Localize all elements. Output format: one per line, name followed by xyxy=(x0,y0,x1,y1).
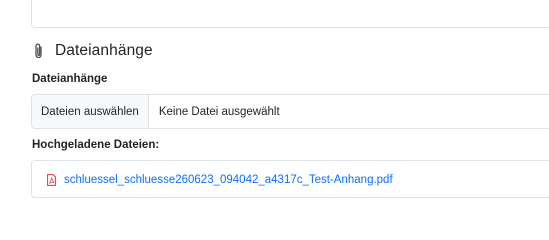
uploaded-files-list: schluessel_schluesse260623_094042_a4317c… xyxy=(31,160,549,198)
uploaded-files-label: Hochgeladene Dateien: xyxy=(32,139,160,151)
choose-files-button[interactable]: Dateien auswählen xyxy=(32,95,149,128)
section-title: Dateianhänge xyxy=(55,42,153,59)
pdf-file-icon xyxy=(47,174,56,186)
attachments-field-label: Dateianhänge xyxy=(32,73,108,85)
uploaded-file-link[interactable]: schluessel_schluesse260623_094042_a4317c… xyxy=(64,174,393,186)
page: Dateianhänge Dateianhänge Dateien auswäh… xyxy=(0,0,549,227)
section-heading: Dateianhänge xyxy=(33,41,153,61)
file-input-status: Keine Datei ausgewählt xyxy=(158,105,280,118)
previous-card xyxy=(31,0,549,28)
file-input[interactable]: Dateien auswählen Keine Datei ausgewählt xyxy=(31,94,549,129)
paperclip-icon xyxy=(35,43,42,59)
uploaded-file-item: schluessel_schluesse260623_094042_a4317c… xyxy=(47,172,393,188)
